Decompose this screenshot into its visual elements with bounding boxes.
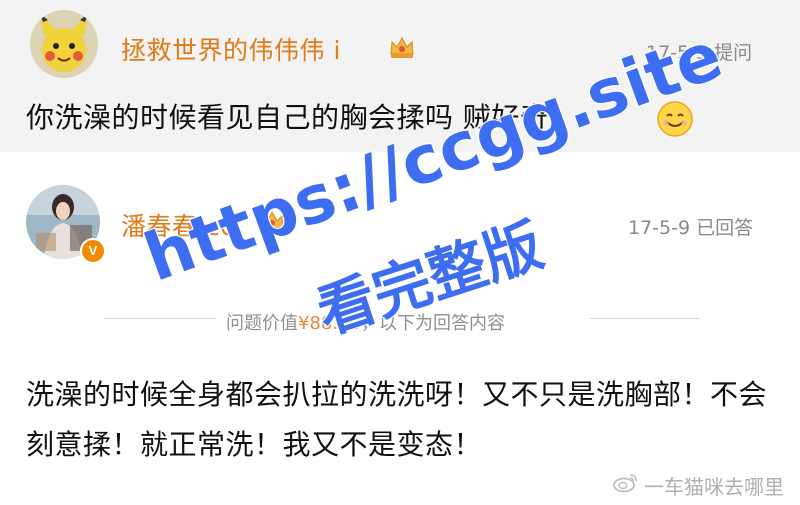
weibo-qa-screen: 拯救世界的伟伟伟 i 17-5-5 提问 你洗澡的时候看见自己的胸会揉吗 贼好奇 (0, 0, 800, 505)
question-block: 拯救世界的伟伟伟 i 17-5-5 提问 你洗澡的时候看见自己的胸会揉吗 贼好奇 (0, 0, 800, 152)
question-price: ¥88.00 (298, 313, 361, 334)
question-text: 你洗澡的时候看见自己的胸会揉吗 贼好奇 (26, 101, 549, 134)
divider-suffix: ，以下为回答内容 (360, 313, 505, 334)
answerer-username[interactable]: 潘春春 cc (121, 207, 234, 243)
vip-crown-icon (258, 208, 286, 234)
source-author: 一车猫咪去哪里 (644, 475, 784, 499)
verified-badge-icon: V (80, 238, 106, 264)
weibo-icon (612, 471, 638, 493)
answer-date: 17-5-9 (628, 217, 691, 239)
verified-badge-label: V (88, 243, 98, 258)
divider-prefix: 问题价值 (226, 313, 298, 334)
question-action: 提问 (714, 42, 753, 64)
asker-avatar[interactable] (30, 10, 98, 78)
answer-text: 洗澡的时候全身都会扒拉的洗洗呀！又不只是洗胸部！不会刻意揉！就正常洗！我又不是变… (26, 378, 768, 461)
question-value-text: 问题价值¥88.00，以下为回答内容 (226, 309, 505, 335)
asker-username[interactable]: 拯救世界的伟伟伟 i (121, 31, 341, 67)
question-meta: 17-5-5 提问 (646, 38, 752, 65)
divider-line-left (104, 318, 216, 319)
question-value-divider: 问题价值¥88.00，以下为回答内容 (0, 309, 800, 334)
vip-crown-icon (388, 34, 416, 60)
smile-emoji-icon (656, 100, 694, 138)
answer-meta: 17-5-9 已回答 (628, 213, 753, 240)
answer-action: 已回答 (696, 217, 754, 239)
divider-line-right (590, 318, 700, 319)
question-date: 17-5-5 (646, 42, 709, 64)
